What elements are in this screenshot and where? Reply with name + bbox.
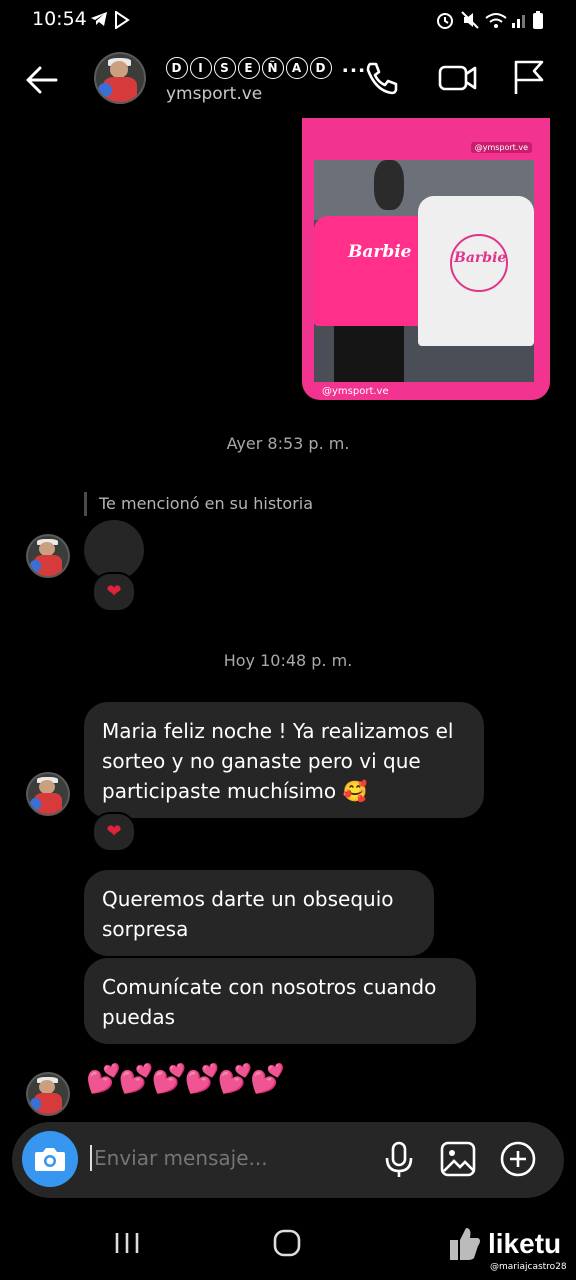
battery-icon — [533, 11, 543, 29]
camera-icon — [35, 1148, 65, 1171]
timestamp-today: Hoy 10:48 p. m. — [223, 651, 353, 670]
shirt-print-1: Barbie — [348, 242, 412, 262]
shared-story-card[interactable]: @ymsport.ve Barbie Barbie @ymsport.ve — [302, 118, 550, 400]
voice-message-button[interactable] — [382, 1140, 416, 1182]
wifi-icon — [485, 13, 507, 28]
heart-reaction[interactable]: ❤ — [92, 572, 136, 612]
home-icon — [273, 1229, 301, 1257]
alarm-icon — [437, 13, 453, 29]
name-letters: DISEÑAD — [166, 55, 342, 79]
status-icons — [436, 10, 548, 34]
image-icon — [440, 1141, 476, 1177]
video-call-button[interactable] — [438, 58, 478, 98]
more-options-button[interactable] — [500, 1141, 536, 1181]
report-button[interactable] — [510, 58, 550, 98]
story-username: @ymsport.ve — [322, 386, 389, 397]
message-bubble[interactable]: Queremos darte un obsequio sorpresa — [84, 870, 434, 956]
recent-apps-button[interactable] — [112, 1228, 142, 1262]
contact-name[interactable]: DISEÑAD ... — [166, 55, 366, 79]
flag-icon — [514, 60, 544, 94]
phone-icon — [366, 62, 398, 95]
home-button[interactable] — [272, 1228, 302, 1262]
mention-notice: Te mencionó en su historia — [99, 494, 314, 513]
play-store-icon — [114, 10, 130, 33]
sender-avatar[interactable] — [26, 534, 70, 578]
signal-icon — [512, 15, 525, 28]
shirt-print-2: Barbie — [454, 250, 507, 266]
contact-handle[interactable]: ymsport.ve — [166, 84, 262, 104]
message-bubble[interactable]: Maria feliz noche ! Ya realizamos el sor… — [84, 702, 484, 818]
status-time: 10:54 — [32, 8, 87, 30]
watermark-handle: @mariajcastro28 — [490, 1262, 567, 1272]
mention-divider — [84, 492, 87, 516]
watermark-logo-icon — [442, 1224, 482, 1268]
recents-icon — [115, 1233, 139, 1253]
hearts-message[interactable]: 💕💕💕💕💕💕 — [86, 1062, 285, 1095]
message-bubble[interactable]: Comunícate con nosotros cuando puedas — [84, 958, 476, 1044]
audio-call-button[interactable] — [362, 58, 402, 98]
story-mention-thumbnail[interactable] — [84, 520, 144, 580]
watermark-brand: liketu — [488, 1228, 562, 1259]
camera-button[interactable] — [22, 1131, 78, 1187]
sender-avatar[interactable] — [26, 1072, 70, 1116]
profile-avatar[interactable] — [94, 52, 146, 104]
heart-reaction[interactable]: ❤ — [92, 812, 136, 852]
video-camera-icon — [438, 65, 477, 91]
sender-avatar[interactable] — [26, 772, 70, 816]
story-photo: Barbie Barbie — [314, 160, 534, 382]
arrow-left-icon — [26, 66, 58, 94]
telegram-icon — [90, 11, 108, 31]
timestamp-yesterday: Ayer 8:53 p. m. — [226, 434, 350, 453]
back-button[interactable] — [22, 60, 62, 100]
microphone-icon — [385, 1141, 413, 1177]
mute-icon — [461, 11, 479, 29]
message-input[interactable] — [90, 1145, 366, 1171]
gallery-button[interactable] — [440, 1141, 476, 1181]
story-tag: @ymsport.ve — [470, 142, 532, 153]
plus-circle-icon — [500, 1141, 536, 1177]
